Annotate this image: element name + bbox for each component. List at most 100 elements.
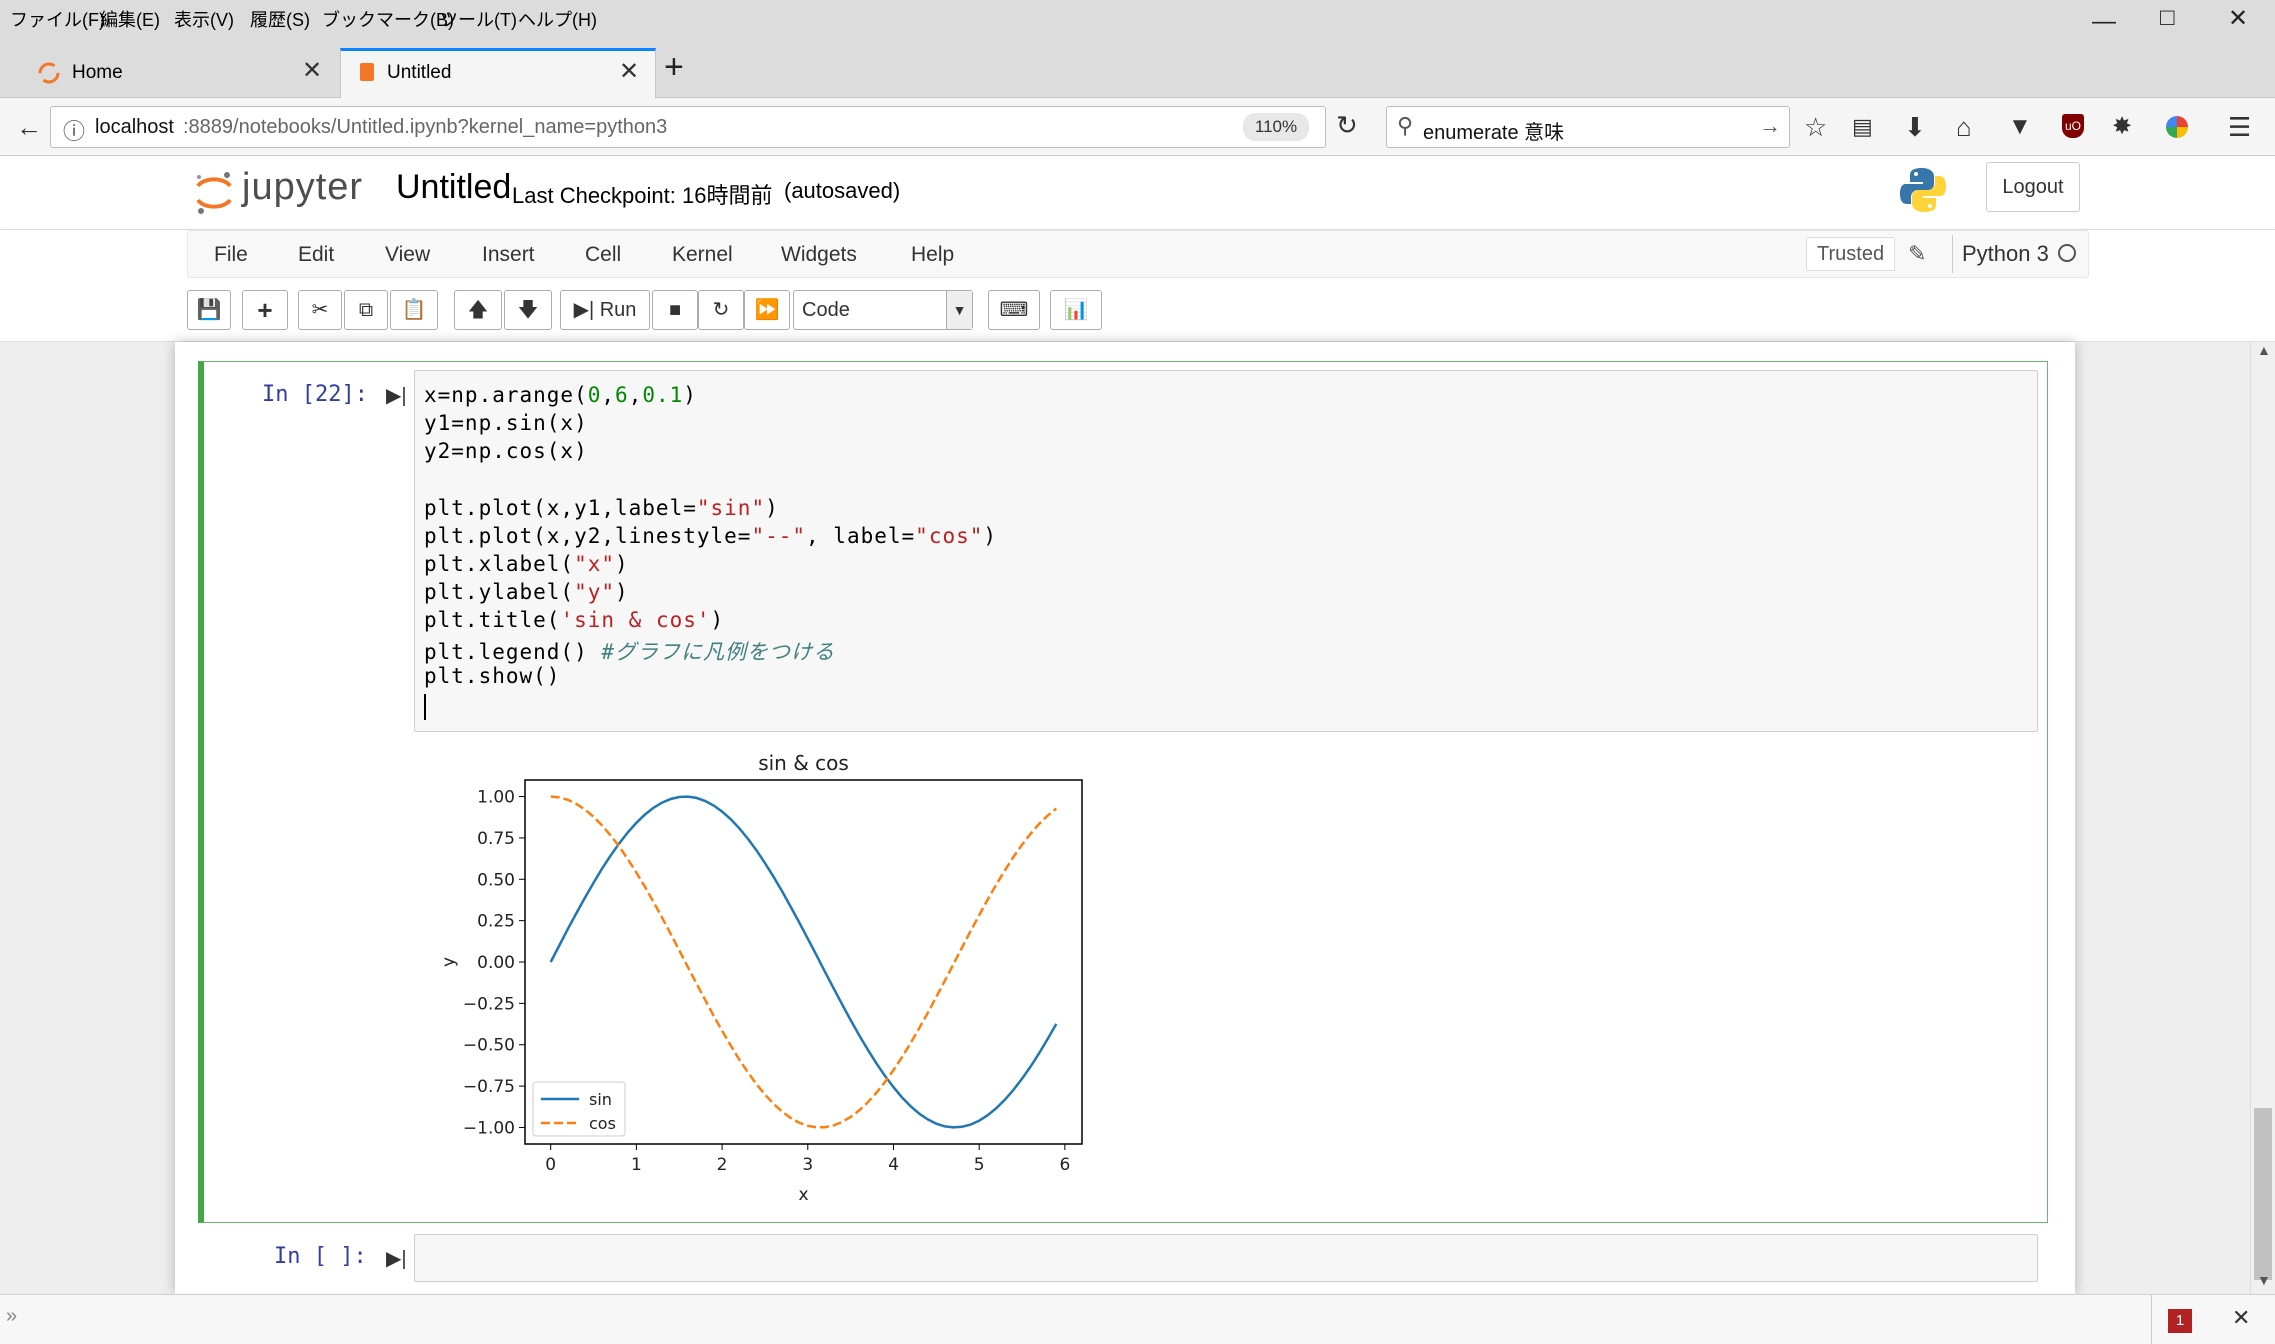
ublock-icon[interactable]: uO [2062,114,2084,138]
x-tick-label: 3 [802,1155,813,1175]
back-arrow-icon[interactable]: ← [16,112,42,142]
y-tick-label: 0.00 [477,953,515,973]
legend-label-sin: sin [589,1090,612,1109]
jupyter-header: jupyter Untitled Last Checkpoint: 16時間前 … [0,156,2275,230]
code-line: plt.legend() #グラフに凡例をつける [424,640,836,664]
color-picker-icon[interactable] [2166,116,2188,138]
cell-type-select[interactable]: Code ▼ [793,290,973,330]
jmenu-cell[interactable]: Cell [585,243,621,267]
search-box[interactable]: ⚲ enumerate 意味 → [1386,106,1790,148]
search-go-icon[interactable]: → [1759,113,1781,139]
menu-tools[interactable]: ツール(T) [440,6,517,32]
close-statusbar-icon[interactable]: ✕ [2232,1305,2250,1331]
edit-pencil-icon[interactable]: ✎ [1908,241,1926,267]
y-tick-label: 1.00 [477,788,515,808]
tab-strip: Home ✕ Untitled ✕ + [0,36,2275,98]
menu-file[interactable]: ファイル(F) [10,6,105,32]
y-tick-label: 0.50 [477,870,515,890]
jmenu-widgets[interactable]: Widgets [781,243,857,267]
menu-view[interactable]: 表示(V) [174,6,234,32]
reload-icon[interactable]: ↻ [1336,110,1358,140]
menu-help[interactable]: ヘルプ(H) [518,6,597,32]
url-bar[interactable]: ⓘ localhost :8889/notebooks/Untitled.ipy… [50,106,1326,148]
chart-title: sin & cos [758,751,849,775]
trusted-indicator[interactable]: Trusted [1806,237,1896,271]
chevron-down-icon[interactable]: ▼ [946,291,972,329]
minimize-icon[interactable]: — [2092,8,2116,36]
search-input[interactable]: enumerate 意味 [1423,116,1564,145]
new-tab-icon[interactable]: + [664,50,684,84]
chart-button[interactable]: 📊 [1050,290,1102,330]
x-tick-label: 4 [888,1155,899,1175]
hamburger-menu-icon[interactable]: ☰ [2228,112,2251,142]
jmenu-insert[interactable]: Insert [482,243,535,267]
download-icon[interactable]: ⬇ [1904,112,1926,142]
jmenu-kernel[interactable]: Kernel [672,243,733,267]
restart-icon: ↻ [712,299,730,321]
arrow-up-icon: 🡅 [467,299,489,321]
jmenu-help[interactable]: Help [911,243,954,267]
insert-cell-button[interactable]: + [242,290,288,330]
restart-run-all-button[interactable]: ⏩ [744,290,790,330]
maximize-icon[interactable]: □ [2160,4,2175,32]
logout-button[interactable]: Logout [1986,162,2080,212]
y-tick-label: −1.00 [463,1118,515,1138]
tab-close-icon[interactable]: ✕ [302,56,322,85]
restart-button[interactable]: ↻ [698,290,744,330]
bookmark-star-icon[interactable]: ☆ [1804,112,1827,142]
kernel-name[interactable]: Python 3 [1962,241,2049,267]
arrow-down-icon: 🡇 [517,299,539,321]
empty-code-editor[interactable] [414,1234,2038,1282]
run-label: Run [599,299,637,321]
plus-icon: + [257,295,273,325]
y-axis-label: y [439,957,459,967]
info-icon[interactable]: ⓘ [63,114,85,146]
home-icon[interactable]: ⌂ [1956,112,1972,142]
copy-button[interactable]: ⧉ [344,290,388,330]
notebook-title[interactable]: Untitled [396,168,511,207]
save-button[interactable]: 💾 [187,290,231,330]
pocket-icon[interactable]: ▼ [2008,112,2032,142]
jmenu-file[interactable]: File [214,243,248,267]
paste-button[interactable]: 📋 [390,290,438,330]
command-palette-button[interactable]: ⌨ [988,290,1040,330]
scroll-thumb[interactable] [2254,1108,2272,1280]
jupyter-menu-container: File Edit View Insert Cell Kernel Widget… [187,230,2089,278]
move-down-button[interactable]: 🡇 [504,290,552,330]
run-cell-icon[interactable]: ▶| [386,1246,407,1271]
menu-edit[interactable]: 編集(E) [100,6,160,32]
y-tick-label: −0.75 [463,1077,515,1097]
stop-icon: ■ [668,299,682,321]
cell-prompt-empty: In [ ]: [274,1244,367,1269]
jmenu-view[interactable]: View [385,243,430,267]
run-button[interactable]: ▶| Run [560,290,650,330]
reader-list-icon[interactable]: ▤ [1852,112,1873,142]
menu-history[interactable]: 履歴(S) [250,6,310,32]
y-tick-label: 0.25 [477,912,515,932]
scroll-up-icon[interactable]: ▲ [2257,342,2271,358]
move-up-button[interactable]: 🡅 [454,290,502,330]
code-line: x=np.arange(0,6,0.1) [424,383,697,407]
jupyter-logo-icon[interactable] [192,168,236,218]
notification-badge[interactable]: 1 [2168,1309,2192,1333]
paste-icon: 📋 [401,299,427,321]
tab-home-label: Home [72,62,123,83]
tab-home[interactable]: Home ✕ [20,48,338,98]
tab-untitled[interactable]: Untitled ✕ [340,48,656,98]
extension-icon[interactable]: ✸ [2112,112,2132,142]
jupyter-logo-text[interactable]: jupyter [242,166,363,209]
interrupt-button[interactable]: ■ [652,290,698,330]
autosave-status: (autosaved) [784,178,901,203]
zoom-badge[interactable]: 110% [1243,113,1309,141]
run-cell-icon[interactable]: ▶| [386,383,407,408]
jmenu-edit[interactable]: Edit [298,243,334,267]
menu-bookmarks[interactable]: ブックマーク(B) [322,6,454,32]
tab-close-icon[interactable]: ✕ [619,57,639,86]
code-editor[interactable] [414,370,2038,732]
cut-button[interactable]: ✂ [298,290,342,330]
vertical-scrollbar[interactable]: ▲ ▼ [2250,342,2275,1294]
code-line: plt.plot(x,y2,linestyle="--", label="cos… [424,524,998,548]
scroll-down-icon[interactable]: ▼ [2257,1272,2271,1288]
close-window-icon[interactable]: ✕ [2228,4,2248,33]
sidebar-toggle-icon[interactable]: » [6,1305,17,1328]
